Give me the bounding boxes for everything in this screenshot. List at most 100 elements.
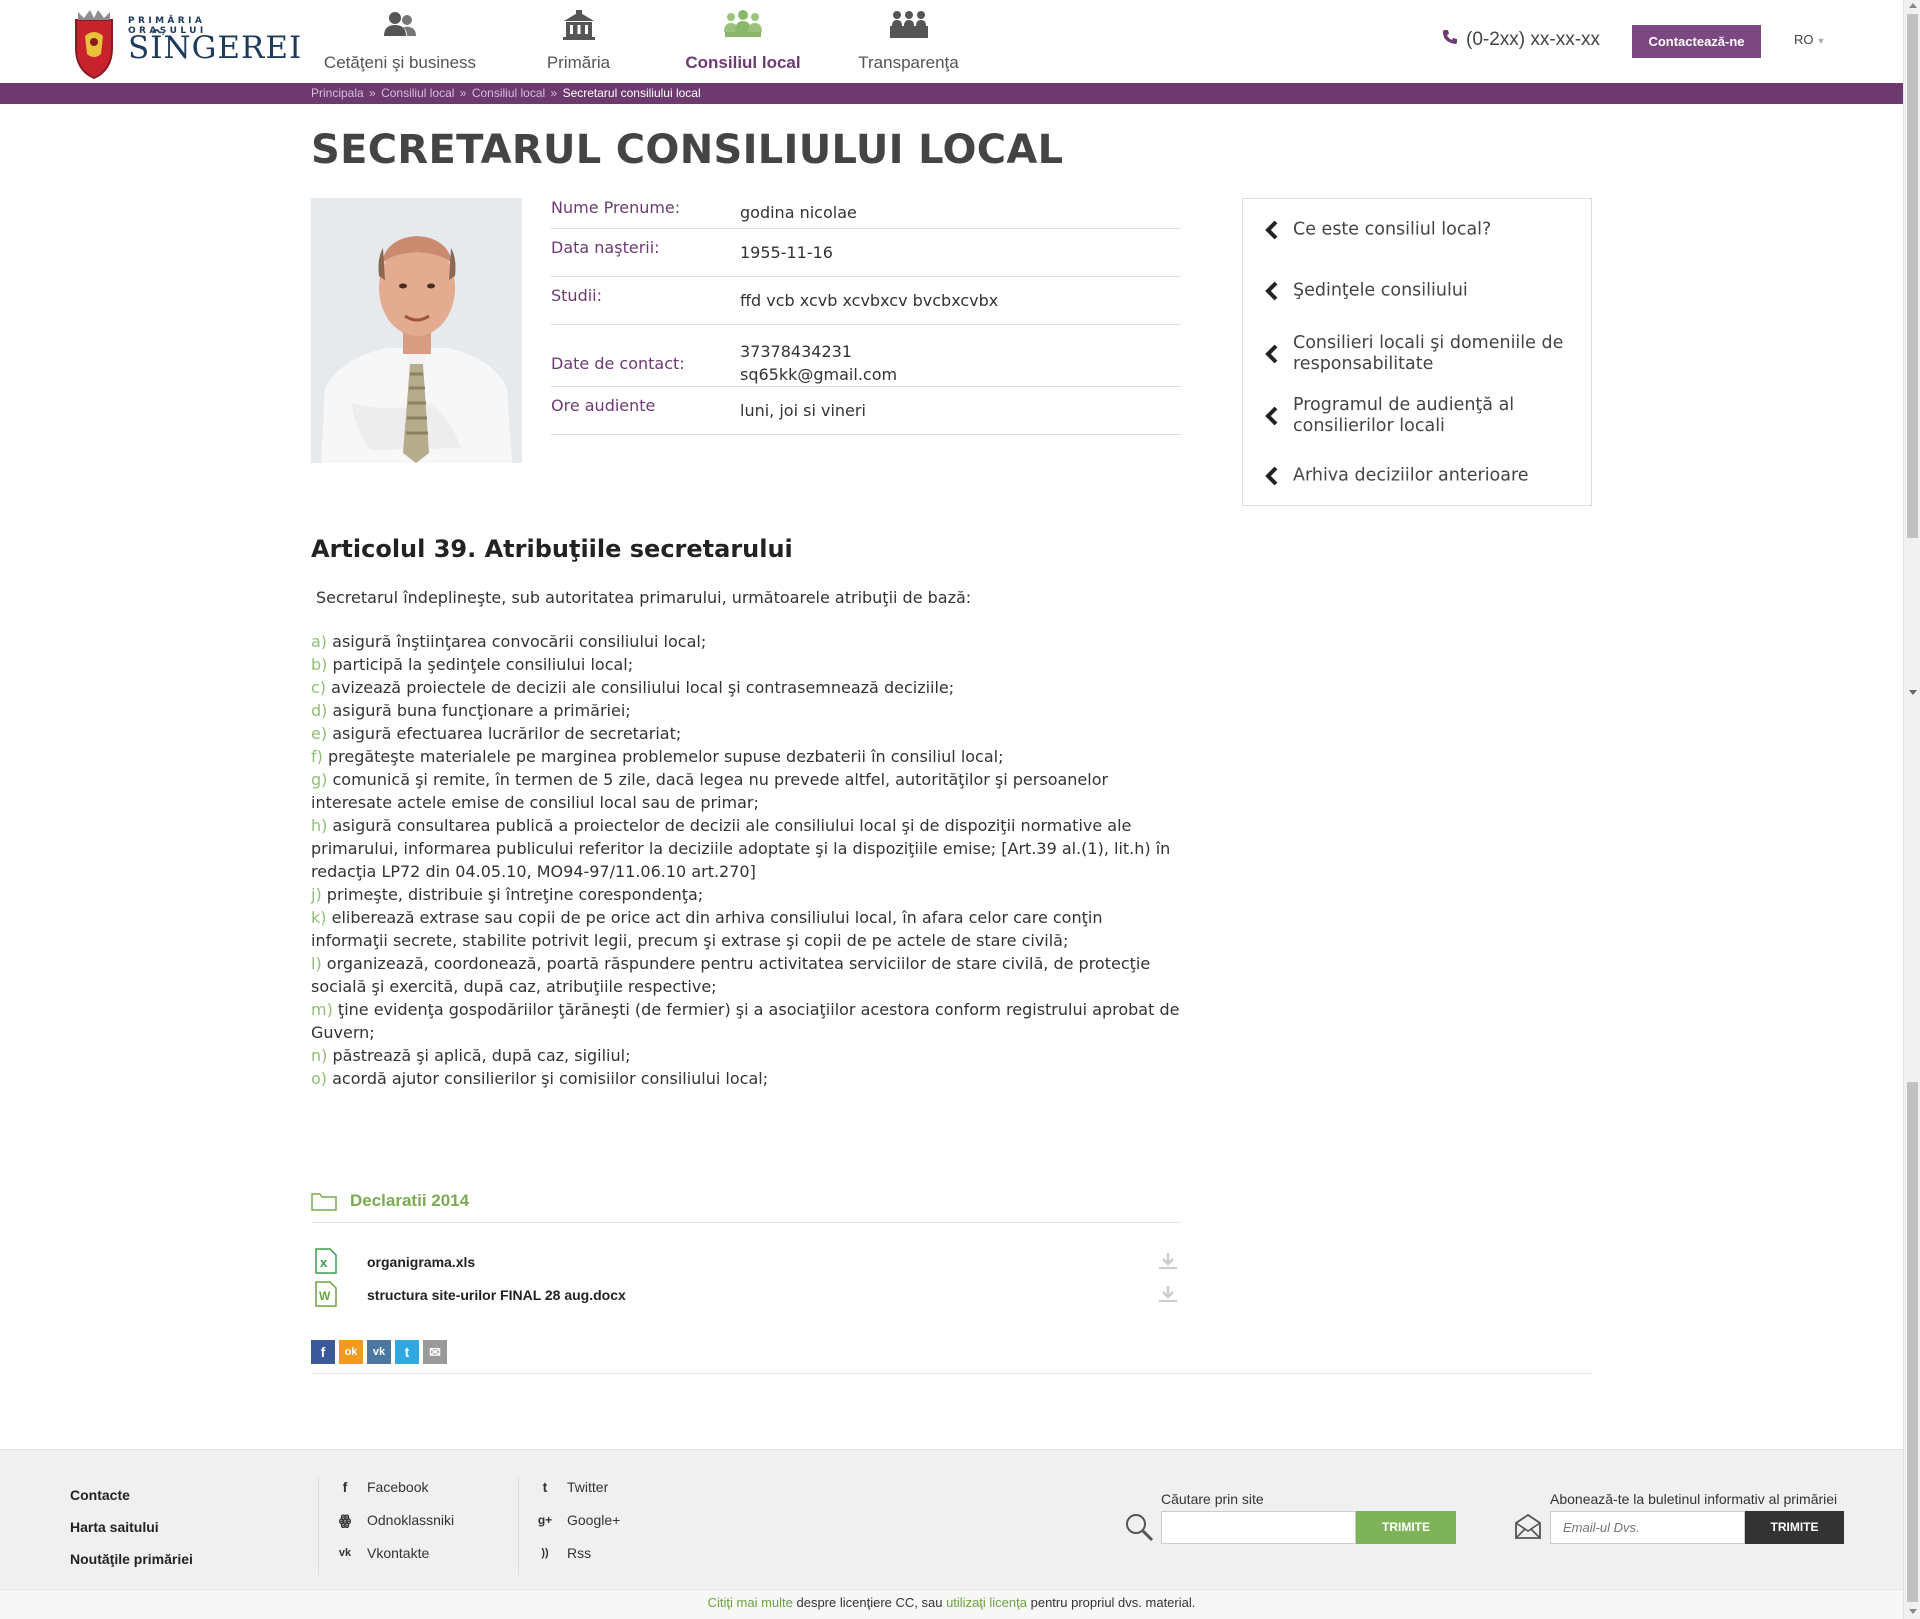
profile-row-name: Nume Prenume: godina nicolae bbox=[551, 198, 1181, 229]
envelope-icon bbox=[1515, 1513, 1541, 1539]
excel-file-icon: x bbox=[315, 1248, 337, 1274]
profile-info: Nume Prenume: godina nicolae Data naşter… bbox=[551, 198, 1181, 435]
duty-letter: l) bbox=[311, 954, 322, 973]
portrait-image bbox=[311, 198, 522, 463]
duty-text: asigură buna funcţionare a primăriei; bbox=[332, 701, 631, 720]
license-bar: Citiţi mai multe despre licenţiere CC, s… bbox=[0, 1589, 1903, 1619]
duty-letter: a) bbox=[311, 632, 328, 651]
file-name[interactable]: structura site-urilor FINAL 28 aug.docx bbox=[367, 1287, 626, 1303]
declarations-folder[interactable]: Declaratii 2014 bbox=[311, 1189, 1181, 1223]
secretary-photo bbox=[311, 198, 522, 463]
duty-text: organizează, coordonează, poartă răspund… bbox=[311, 954, 1151, 996]
scrollbar-thumb[interactable] bbox=[1907, 14, 1918, 538]
license-text-end: pentru propriul dvs. material. bbox=[1027, 1595, 1196, 1610]
duty-letter: c) bbox=[311, 678, 327, 697]
duty-text: asigură efectuarea lucrărilor de secreta… bbox=[332, 724, 682, 743]
footer-link-contacts[interactable]: Contacte bbox=[70, 1487, 130, 1503]
profile-row-contact: Date de contact: 37378434231 sq65kk@gmai… bbox=[551, 325, 1181, 387]
contact-button[interactable]: Contactează-ne bbox=[1632, 25, 1761, 58]
profile-row-studies: Studii: ffd vcb xcvb xcvbxcv bvcbxcvbx bbox=[551, 277, 1181, 325]
duty-letter: o) bbox=[311, 1069, 328, 1088]
twitter-icon: t bbox=[542, 1479, 548, 1495]
chevron-left-icon bbox=[1265, 220, 1278, 240]
nav-citizens-business[interactable]: Cetăţeni şi business bbox=[322, 0, 478, 83]
breadcrumb-council[interactable]: Consiliul local bbox=[381, 86, 454, 100]
council-sidebar-menu: Ce este consiliul local? Şedinţele consi… bbox=[1242, 198, 1592, 506]
profile-email[interactable]: sq65kk@gmail.com bbox=[740, 363, 897, 386]
download-icon[interactable] bbox=[1158, 1251, 1178, 1271]
share-facebook-icon[interactable]: f bbox=[311, 1340, 335, 1364]
site-logo[interactable]: PRIMĂRIA ORAŞULUI SÎNGEREI bbox=[70, 6, 301, 80]
duty-text: participă la şedinţele consiliului local… bbox=[332, 655, 634, 674]
duty-letter: n) bbox=[311, 1046, 328, 1065]
search-submit-button[interactable]: TRIMITE bbox=[1356, 1511, 1456, 1544]
sidebar-item-audience-schedule[interactable]: Programul de audienţă al consilierilor l… bbox=[1243, 386, 1593, 446]
building-icon bbox=[562, 10, 595, 40]
share-twitter-icon[interactable]: t bbox=[395, 1340, 419, 1364]
chevron-down-icon: ▼ bbox=[1816, 36, 1826, 46]
people-icon bbox=[384, 12, 416, 36]
scroll-up-icon[interactable] bbox=[1909, 3, 1917, 8]
sidebar-item-decisions-archive[interactable]: Arhiva deciziilor anterioare bbox=[1243, 457, 1593, 495]
language-label: RO bbox=[1794, 32, 1814, 47]
file-structura[interactable]: W structura site-urilor FINAL 28 aug.doc… bbox=[311, 1281, 1181, 1309]
duty-letter: h) bbox=[311, 816, 328, 835]
duty-item: f) pregăteşte materialele pe marginea pr… bbox=[311, 745, 1181, 768]
share-email-icon[interactable]: ✉ bbox=[423, 1340, 447, 1364]
share-odnoklassniki-icon[interactable]: ok bbox=[339, 1340, 363, 1364]
profile-label: Data naşterii: bbox=[551, 238, 660, 257]
scroll-down-icon[interactable] bbox=[1909, 1609, 1917, 1614]
duty-item: e) asigură efectuarea lucrărilor de secr… bbox=[311, 722, 1181, 745]
breadcrumb-council-2[interactable]: Consiliul local bbox=[472, 86, 545, 100]
profile-phone: 37378434231 bbox=[740, 342, 852, 361]
footer-link-news[interactable]: Noutăţile primăriei bbox=[70, 1551, 193, 1567]
duty-item: n) păstrează şi aplică, după caz, sigili… bbox=[311, 1044, 1181, 1067]
breadcrumb-separator: » bbox=[550, 86, 558, 100]
svg-text:x: x bbox=[320, 1255, 328, 1270]
profile-value: 1955-11-16 bbox=[740, 243, 833, 262]
phone-icon bbox=[1442, 29, 1460, 51]
download-icon[interactable] bbox=[1158, 1284, 1178, 1304]
nav-primaria[interactable]: Primăria bbox=[530, 0, 627, 83]
scrollbar-thumb[interactable] bbox=[1907, 1082, 1918, 1602]
nav-transparency[interactable]: Transparenţa bbox=[856, 0, 961, 83]
header-phone: (0-2xx) xx-xx-xx bbox=[1442, 29, 1600, 51]
sidebar-item-what-is-council[interactable]: Ce este consiliul local? bbox=[1243, 211, 1593, 249]
breadcrumb-bar: Principala » Consiliul local » Consiliul… bbox=[0, 83, 1903, 104]
share-vkontakte-icon[interactable]: vk bbox=[367, 1340, 391, 1364]
divider bbox=[518, 1477, 519, 1575]
search-icon bbox=[1126, 1514, 1154, 1542]
article-heading: Articolul 39. Atribuţiile secretarului bbox=[311, 535, 793, 563]
newsletter-submit-button[interactable]: TRIMITE bbox=[1745, 1511, 1844, 1544]
chevron-left-icon bbox=[1265, 281, 1278, 301]
profile-label: Ore audiente bbox=[551, 396, 656, 415]
license-read-more-link[interactable]: Citiţi mai multe bbox=[708, 1595, 793, 1610]
duty-item: l) organizează, coordonează, poartă răsp… bbox=[311, 952, 1181, 998]
duty-item: o) acordă ajutor consilierilor şi comisi… bbox=[311, 1067, 1181, 1090]
nav-council[interactable]: Consiliul local bbox=[684, 0, 802, 83]
newsletter-email-field[interactable] bbox=[1550, 1511, 1745, 1544]
file-organigrama[interactable]: x organigrama.xls bbox=[311, 1248, 1181, 1276]
duty-item: g) comunică şi remite, în termen de 5 zi… bbox=[311, 768, 1181, 814]
footer-link-sitemap[interactable]: Harta saitului bbox=[70, 1519, 159, 1535]
divider bbox=[318, 1477, 319, 1575]
vertical-scrollbar[interactable] bbox=[1903, 0, 1920, 1619]
site-header: PRIMĂRIA ORAŞULUI SÎNGEREI Cetăţeni şi b… bbox=[0, 0, 1903, 83]
profile-value: godina nicolae bbox=[740, 203, 857, 222]
license-use-link[interactable]: utilizaţi licenţa bbox=[946, 1595, 1027, 1610]
file-name[interactable]: organigrama.xls bbox=[367, 1254, 475, 1270]
breadcrumb-home[interactable]: Principala bbox=[311, 86, 364, 100]
sidebar-item-councillors[interactable]: Consilieri locali şi domeniile de respon… bbox=[1243, 324, 1593, 384]
phone-number: (0-2xx) xx-xx-xx bbox=[1466, 29, 1601, 50]
profile-row-hours: Ore audiente luni, joi si vineri bbox=[551, 387, 1181, 435]
language-selector[interactable]: RO ▼ bbox=[1794, 32, 1825, 47]
duty-text: acordă ajutor consilierilor şi comisiilo… bbox=[332, 1069, 769, 1088]
search-input[interactable] bbox=[1161, 1511, 1356, 1544]
page-title: SECRETARUL CONSILIULUI LOCAL bbox=[311, 127, 1064, 173]
duty-item: h) asigură consultarea publică a proiect… bbox=[311, 814, 1181, 883]
duty-letter: k) bbox=[311, 908, 327, 927]
duty-text: eliberează extrase sau copii de pe orice… bbox=[311, 908, 1103, 950]
newsletter-label: Abonează-te la buletinul informativ al p… bbox=[1550, 1491, 1838, 1507]
rss-icon: )) bbox=[541, 1547, 549, 1559]
sidebar-item-sessions[interactable]: Şedinţele consiliului bbox=[1243, 272, 1593, 310]
